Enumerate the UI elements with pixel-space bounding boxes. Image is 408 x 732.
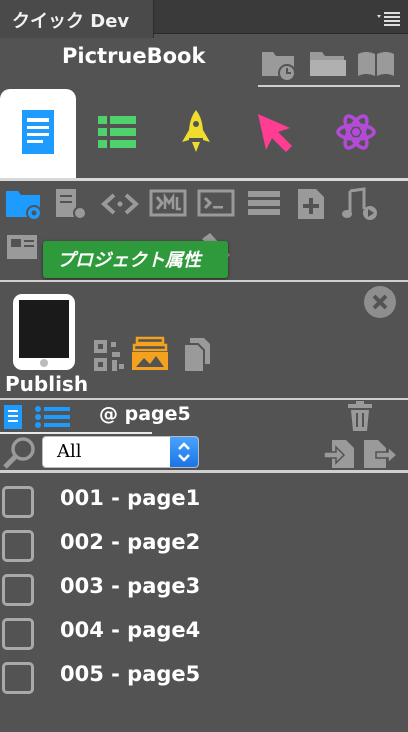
list-item[interactable]: 002 - page2 xyxy=(0,522,408,566)
list-view-icon[interactable] xyxy=(34,404,72,430)
add-page-icon[interactable] xyxy=(292,185,332,223)
book-title: PictrueBook xyxy=(62,44,206,68)
header-divider xyxy=(258,85,400,87)
page-checkbox[interactable] xyxy=(2,486,34,518)
panel-tab-label: クイック Dev xyxy=(12,11,130,32)
atom-icon[interactable] xyxy=(330,106,382,158)
page-label: 004 - page4 xyxy=(60,618,201,642)
image-frame-icon[interactable] xyxy=(4,229,44,267)
list-item[interactable]: 005 - page5 xyxy=(0,654,408,698)
page-checkbox[interactable] xyxy=(2,618,34,650)
page-toolbar-divider xyxy=(0,432,152,434)
chevron-updown-icon[interactable] xyxy=(170,437,198,467)
tools-divider xyxy=(0,280,408,282)
document-settings-icon[interactable] xyxy=(52,185,92,223)
list-item[interactable]: 003 - page3 xyxy=(0,566,408,610)
tooltip-text: プロジェクト属性 xyxy=(57,250,201,271)
page-label: 002 - page2 xyxy=(60,530,201,554)
list-item[interactable]: 004 - page4 xyxy=(0,610,408,654)
tooltip: プロジェクト属性 xyxy=(43,241,228,278)
music-icon[interactable] xyxy=(340,185,380,223)
filter-value: All xyxy=(57,441,82,462)
close-button[interactable] xyxy=(364,286,396,318)
filter-divider xyxy=(0,470,408,473)
panel-menu-icon[interactable] xyxy=(376,6,402,30)
import-page-icon[interactable] xyxy=(322,436,358,470)
book-icon[interactable] xyxy=(356,46,394,82)
page-view-icon[interactable] xyxy=(2,402,26,432)
export-page-icon[interactable] xyxy=(362,436,400,470)
project-settings-icon[interactable] xyxy=(4,185,44,223)
qr-code-icon[interactable] xyxy=(92,338,128,374)
page-label: 001 - page1 xyxy=(60,486,201,510)
pointer-arrow-icon[interactable] xyxy=(250,106,302,158)
filter-select[interactable]: All xyxy=(42,436,199,468)
copy-pages-icon[interactable] xyxy=(180,336,216,374)
layers-icon[interactable] xyxy=(244,185,284,223)
page-checkbox[interactable] xyxy=(2,574,34,606)
xml-icon[interactable] xyxy=(148,185,188,223)
current-page-name: @ page5 xyxy=(99,403,191,425)
code-icon[interactable] xyxy=(100,185,140,223)
page-checkbox[interactable] xyxy=(2,662,34,694)
publish-label[interactable]: Publish xyxy=(5,372,88,396)
page-label: 005 - page5 xyxy=(60,662,201,686)
page-checkbox[interactable] xyxy=(2,530,34,562)
folder-open-icon[interactable] xyxy=(308,46,346,82)
terminal-icon[interactable] xyxy=(196,185,236,223)
image-stack-icon[interactable] xyxy=(130,334,170,374)
search-icon[interactable] xyxy=(2,436,38,470)
rocket-icon[interactable] xyxy=(170,106,222,158)
list-icon[interactable] xyxy=(92,106,144,158)
document-icon[interactable] xyxy=(12,106,64,158)
tablet-icon[interactable] xyxy=(10,292,78,374)
trash-icon[interactable] xyxy=(346,400,374,432)
panel-tab[interactable]: クイック Dev xyxy=(0,0,154,38)
folder-history-icon[interactable] xyxy=(260,46,298,82)
mode-divider xyxy=(0,178,408,181)
page-label: 003 - page3 xyxy=(60,574,201,598)
list-item[interactable]: 001 - page1 xyxy=(0,478,408,522)
